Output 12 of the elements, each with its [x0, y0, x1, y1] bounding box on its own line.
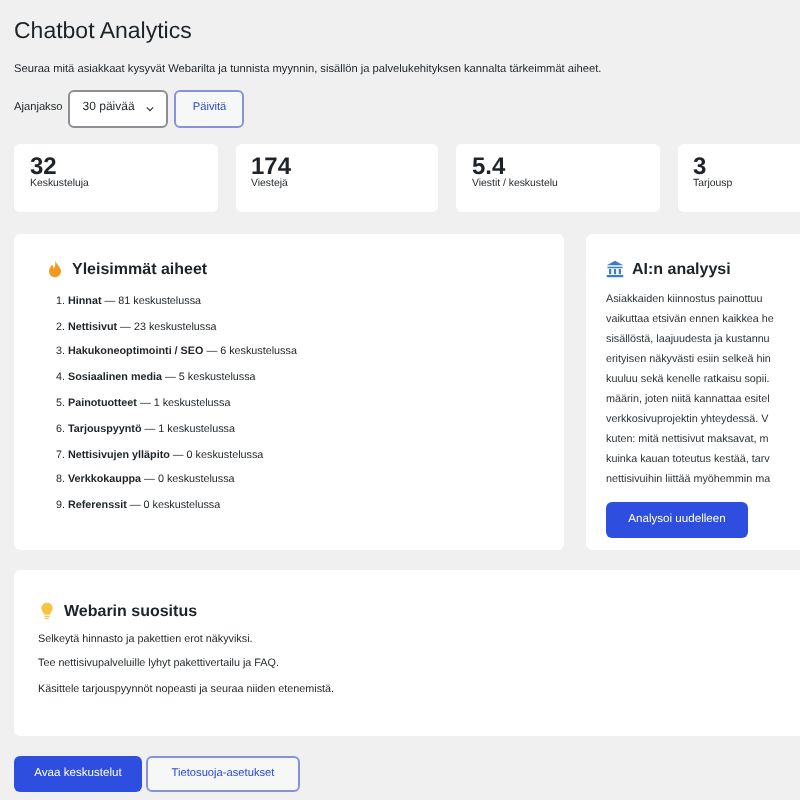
- stat-value: 3: [693, 155, 707, 178]
- analysis-heading: AI:n analyysi: [632, 259, 731, 278]
- lightbulb-icon: [38, 601, 56, 620]
- chevron-down-icon: [146, 103, 155, 114]
- page-title: Chatbot Analytics: [14, 20, 194, 48]
- recommendation-heading: Webarin suositus: [64, 601, 198, 620]
- topics-heading: Yleisimmät aiheet: [72, 259, 208, 278]
- stat-value: 174: [251, 155, 294, 178]
- stat-value: 5.4: [472, 155, 508, 178]
- flame-icon: [46, 259, 64, 278]
- building-icon: [606, 259, 624, 278]
- stat-value: 32: [30, 155, 57, 178]
